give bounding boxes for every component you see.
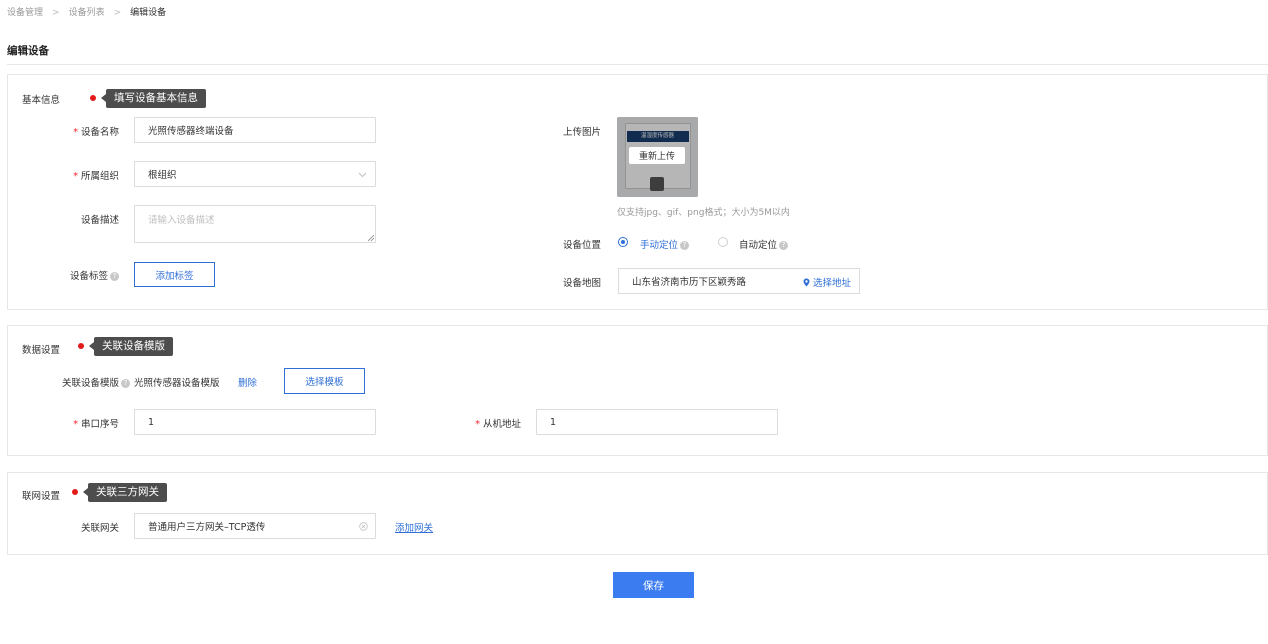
network-settings-tip: 关联三方网关 — [83, 483, 167, 502]
reupload-button[interactable]: 重新上传 — [629, 147, 685, 164]
auto-location-option[interactable]: 自动定位? — [739, 237, 789, 251]
device-name-label: * 设备名称 — [73, 127, 119, 138]
breadcrumb: 设备管理 > 设备列表 > 编辑设备 — [7, 5, 166, 18]
breadcrumb-device-list[interactable]: 设备列表 — [69, 8, 105, 18]
page-title: 编辑设备 — [7, 45, 49, 57]
serial-port-input[interactable]: 1 — [134, 409, 376, 435]
organization-label: * 所属组织 — [73, 171, 119, 182]
breadcrumb-current: 编辑设备 — [130, 8, 167, 18]
chevron-down-icon — [358, 172, 367, 178]
required-dot-icon — [78, 343, 84, 349]
data-settings-panel — [7, 325, 1268, 456]
gateway-select[interactable]: 普通用户三方网关–TCP透传 — [134, 513, 376, 539]
close-circle-icon[interactable] — [359, 522, 368, 531]
auto-location-radio[interactable] — [718, 237, 728, 247]
slave-address-input[interactable]: 1 — [536, 409, 778, 435]
organization-select[interactable]: 根组织 — [134, 161, 376, 187]
basic-info-section-label: 基本信息 — [22, 95, 61, 106]
question-circle-icon[interactable]: ? — [779, 241, 789, 250]
slave-address-label: * 从机地址 — [475, 419, 521, 430]
device-description-label: 设备描述 — [80, 215, 119, 226]
select-template-button[interactable]: 选择模板 — [284, 368, 365, 394]
upload-hint: 仅支持jpg、gif、png格式；大小为5M以内 — [617, 208, 790, 218]
breadcrumb-separator-icon: > — [113, 8, 122, 18]
device-location-label: 设备位置 — [562, 240, 601, 251]
manual-location-option[interactable]: 手动定位? — [640, 237, 690, 251]
device-map-label: 设备地图 — [562, 278, 601, 289]
data-settings-tip: 关联设备模版 — [89, 337, 173, 356]
template-value: 光照传感器设备模版 — [134, 378, 220, 389]
device-description-textarea[interactable]: 请输入设备描述 — [134, 205, 376, 243]
data-settings-section-label: 数据设置 — [22, 345, 61, 356]
gateway-select-value: 普通用户三方网关–TCP透传 — [148, 522, 266, 533]
network-settings-section-label: 联网设置 — [22, 491, 61, 502]
manual-location-radio[interactable] — [618, 237, 628, 247]
upload-image-label: 上传图片 — [562, 127, 601, 138]
required-dot-icon — [90, 95, 96, 101]
gateway-label: 关联网关 — [80, 523, 119, 534]
add-tag-button[interactable]: 添加标签 — [134, 262, 215, 287]
device-tag-label: 设备标签? — [40, 268, 119, 282]
title-divider — [7, 64, 1268, 65]
map-address-value: 山东省济南市历下区颖秀路 — [632, 277, 747, 288]
breadcrumb-device-management[interactable]: 设备管理 — [7, 8, 43, 18]
save-button[interactable]: 保存 — [613, 572, 694, 598]
basic-info-tip: 填写设备基本信息 — [101, 89, 206, 108]
question-circle-icon[interactable]: ? — [680, 241, 690, 250]
device-name-input[interactable]: 光照传感器终端设备 — [134, 117, 376, 143]
serial-port-label: * 串口序号 — [73, 419, 119, 430]
required-dot-icon — [72, 489, 78, 495]
question-circle-icon[interactable]: ? — [110, 272, 119, 281]
select-address-link[interactable]: 选择地址 — [803, 275, 851, 289]
resize-handle-icon[interactable] — [368, 235, 374, 241]
add-gateway-link[interactable]: 添加网关 — [395, 520, 433, 534]
required-asterisk: * — [73, 419, 78, 430]
question-circle-icon[interactable]: ? — [121, 379, 130, 388]
required-asterisk: * — [73, 171, 78, 182]
delete-template-link[interactable]: 删除 — [238, 375, 257, 389]
required-asterisk: * — [475, 419, 480, 430]
required-asterisk: * — [73, 127, 78, 138]
organization-select-value: 根组织 — [148, 170, 177, 181]
device-image-thumbnail[interactable]: 温湿度传感器 重新上传 — [617, 117, 698, 197]
breadcrumb-separator-icon: > — [52, 8, 60, 18]
location-pin-icon — [803, 278, 810, 287]
template-label: 关联设备模版? — [40, 375, 130, 389]
